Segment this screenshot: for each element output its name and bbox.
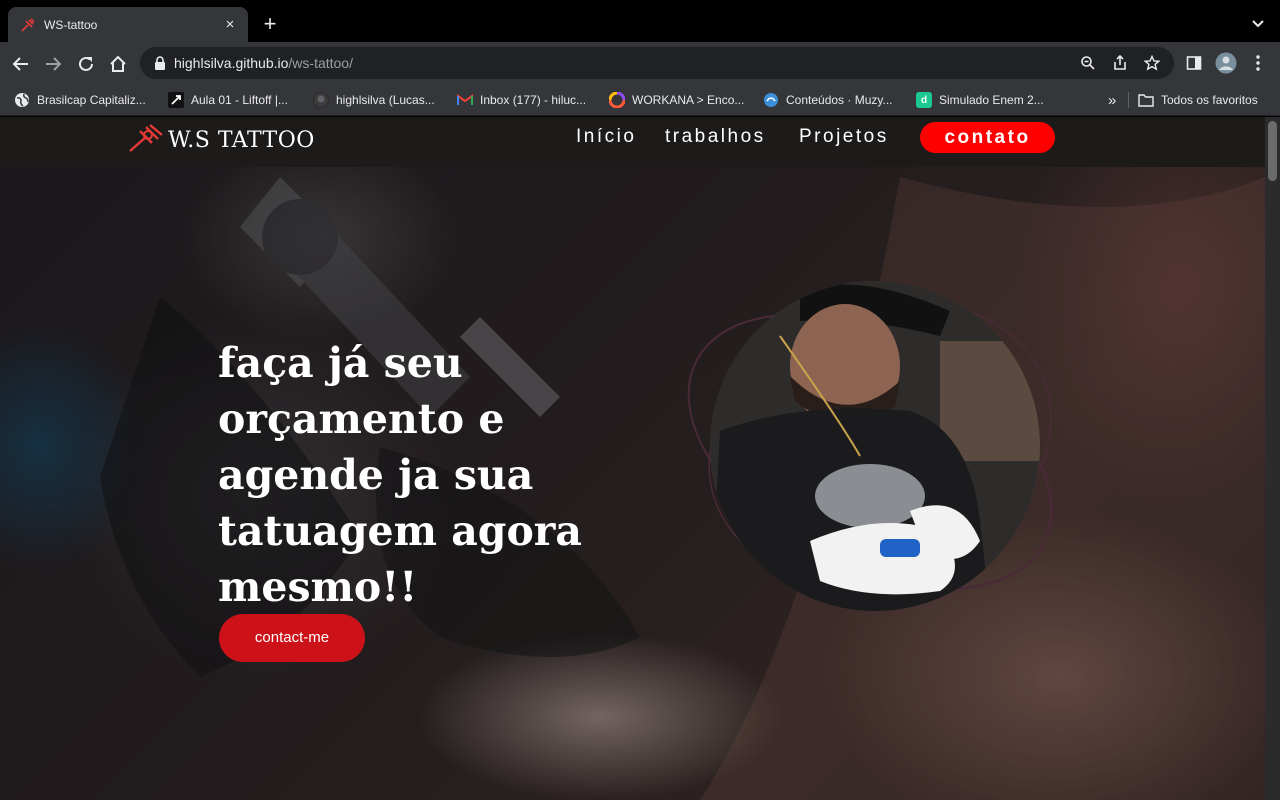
tattoo-machine-logo-icon	[128, 123, 164, 158]
lock-icon[interactable]	[154, 56, 166, 75]
folder-icon	[1138, 92, 1154, 108]
menu-dots-icon[interactable]	[1245, 50, 1271, 76]
site-logo[interactable]: W.S TATTOO	[128, 123, 315, 158]
url-host: highlsilva.github.io	[174, 55, 289, 71]
bookmark-star-icon[interactable]	[1142, 53, 1162, 73]
bookmark-label: Inbox (177) - hiluc...	[480, 93, 587, 107]
url-path: /ws-tattoo/	[288, 55, 353, 71]
side-panel-icon[interactable]	[1181, 50, 1207, 76]
tab-close-icon[interactable]: ×	[222, 16, 238, 33]
workana-icon	[609, 92, 625, 108]
logo-text: W.S TATTOO	[168, 128, 315, 153]
bookmarks-bar: Brasilcap Capitaliz... Aula 01 - Liftoff…	[0, 84, 1280, 116]
page-scrollbar[interactable]	[1265, 117, 1280, 800]
nav-contato-button[interactable]: contato	[920, 122, 1055, 153]
bookmark-label: Aula 01 - Liftoff |...	[191, 93, 288, 107]
tab-title: WS-tattoo	[44, 17, 98, 32]
tattoo-machine-favicon-icon	[20, 17, 36, 33]
bookmark-item[interactable]: d Simulado Enem 2...	[916, 92, 1044, 108]
bookmark-item[interactable]: Brasilcap Capitaliz...	[14, 92, 146, 108]
all-favorites-folder[interactable]: Todos os favoritos	[1138, 92, 1258, 108]
bookmark-label: WORKANA > Enco...	[632, 93, 745, 107]
bookmark-item[interactable]: Inbox (177) - hiluc...	[457, 92, 586, 108]
new-tab-button[interactable]: +	[258, 12, 282, 36]
globe-icon	[14, 92, 30, 108]
bookmark-label: Simulado Enem 2...	[939, 93, 1044, 107]
nav-link-projetos[interactable]: Projetos	[799, 126, 889, 148]
bookmarks-divider	[1128, 92, 1129, 108]
nav-link-inicio[interactable]: Início	[576, 126, 636, 148]
bookmark-item[interactable]: Conteúdos · Muzy...	[763, 92, 893, 108]
nav-link-trabalhos[interactable]: trabalhos	[665, 126, 766, 148]
more-bookmarks-chevron[interactable]: »	[1108, 92, 1116, 109]
web-page: W.S TATTOO Início trabalhos Projetos con…	[0, 117, 1265, 800]
site-navbar: W.S TATTOO Início trabalhos Projetos con…	[0, 117, 1265, 167]
profile-avatar-icon[interactable]	[1213, 50, 1239, 76]
bookmark-item[interactable]: WORKANA > Enco...	[609, 92, 744, 108]
gmail-icon	[457, 92, 473, 108]
share-icon[interactable]	[1110, 53, 1130, 73]
artist-portrait-container	[670, 267, 1090, 627]
liftoff-icon	[168, 92, 184, 108]
back-arrow-icon[interactable]	[8, 51, 34, 77]
browser-tab[interactable]: WS-tattoo ×	[8, 7, 248, 42]
tab-search-chevron-icon[interactable]	[1248, 12, 1268, 36]
all-favorites-label: Todos os favoritos	[1161, 93, 1258, 107]
bookmark-label: highlsilva (Lucas...	[336, 93, 435, 107]
address-bar[interactable]: highlsilva.github.io/ws-tattoo/	[140, 47, 1174, 79]
zoom-icon[interactable]	[1078, 53, 1098, 73]
forward-arrow-icon[interactable]	[40, 51, 66, 77]
github-icon	[313, 92, 329, 108]
tab-strip: WS-tattoo × +	[0, 0, 1280, 42]
enem-icon: d	[916, 92, 932, 108]
artist-portrait-image	[710, 281, 1040, 611]
scrollbar-thumb[interactable]	[1268, 121, 1277, 181]
muzy-icon	[763, 92, 779, 108]
contact-me-button[interactable]: contact-me	[219, 614, 365, 662]
home-icon[interactable]	[105, 51, 131, 77]
bookmark-item[interactable]: Aula 01 - Liftoff |...	[168, 92, 288, 108]
reload-icon[interactable]	[73, 51, 99, 77]
url-text[interactable]: highlsilva.github.io/ws-tattoo/	[174, 55, 353, 71]
bookmark-label: Conteúdos · Muzy...	[786, 93, 893, 107]
hero-headline: faça já seu orçamento e agende ja sua ta…	[218, 339, 582, 611]
bookmark-label: Brasilcap Capitaliz...	[37, 93, 146, 107]
bookmark-item[interactable]: highlsilva (Lucas...	[313, 92, 435, 108]
